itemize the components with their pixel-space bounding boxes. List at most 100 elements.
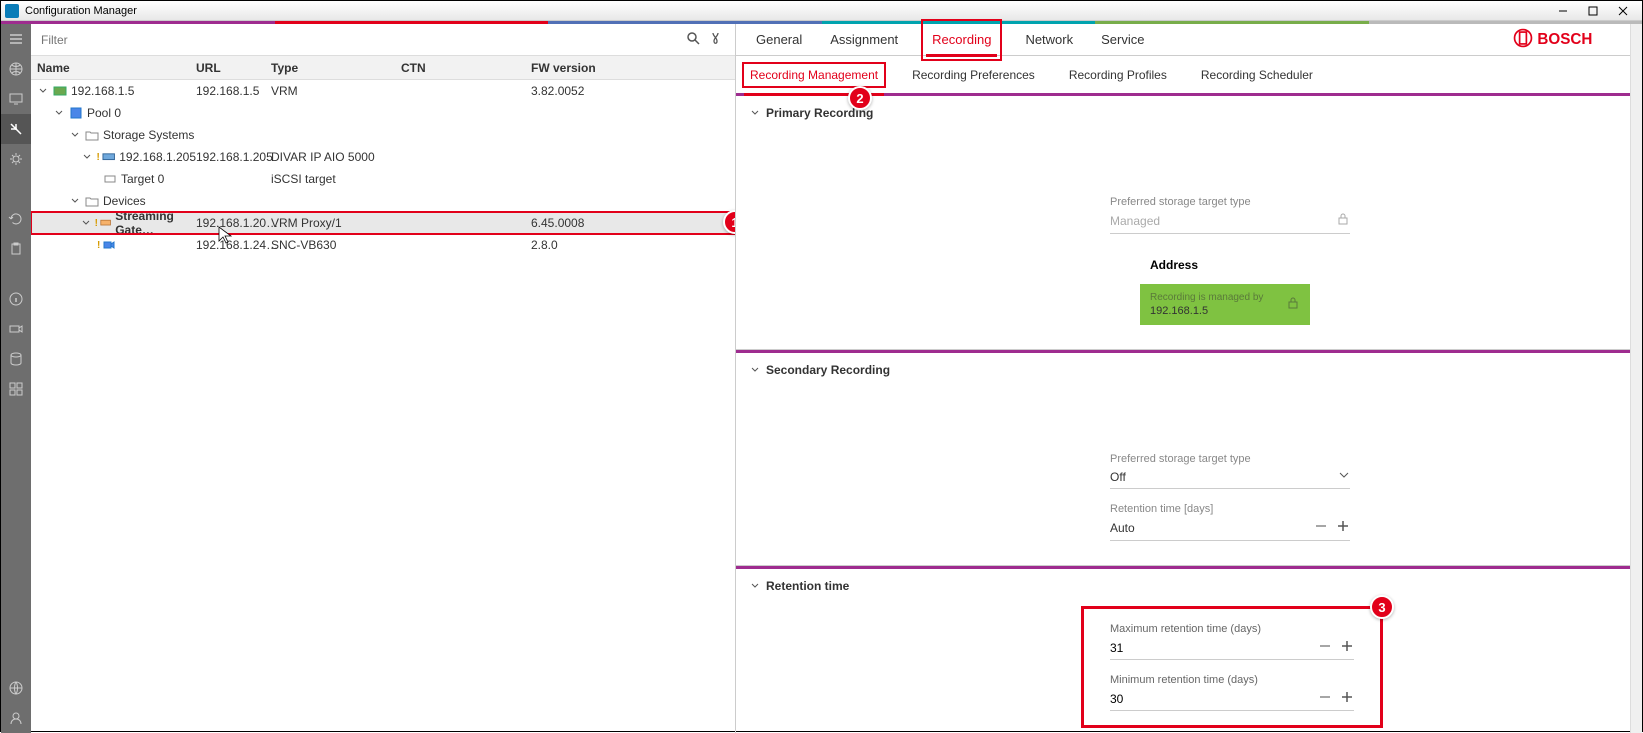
- tab-assignment[interactable]: Assignment: [830, 24, 898, 56]
- callout-2: 2: [848, 86, 872, 110]
- app-icon: [5, 4, 19, 18]
- min-retention-label: Minimum retention time (days): [1110, 674, 1354, 686]
- minus-icon[interactable]: [1318, 690, 1332, 707]
- gateway-icon: [100, 216, 111, 230]
- tree-row-vrm[interactable]: 192.168.1.5 192.168.1.5 VRM 3.82.0052: [31, 80, 735, 102]
- tree-row-target[interactable]: Target 0 iSCSI target: [31, 168, 735, 190]
- target-icon: [103, 172, 117, 186]
- secondary-retention-stepper[interactable]: Auto: [1110, 519, 1350, 541]
- rail-clipboard-icon[interactable]: [1, 234, 31, 264]
- section-header-secondary[interactable]: Secondary Recording: [750, 363, 1628, 377]
- storage-icon: [102, 150, 115, 164]
- tree-row-streaming-gateway[interactable]: ! Streaming Gate… 192.168.1.20… VRM Prox…: [31, 212, 735, 234]
- subtab-recording-profiles[interactable]: Recording Profiles: [1063, 64, 1173, 86]
- subtab-recording-management[interactable]: Recording Management: [744, 64, 884, 86]
- left-rail: [1, 24, 31, 733]
- plus-icon[interactable]: [1340, 639, 1354, 656]
- lock-icon: [1286, 296, 1300, 313]
- secondary-pref-dropdown[interactable]: Off: [1110, 469, 1350, 489]
- rail-globe2-icon[interactable]: [1, 673, 31, 703]
- expander-icon[interactable]: [53, 109, 65, 117]
- rail-refresh-icon[interactable]: [1, 204, 31, 234]
- callout-1: 1: [723, 210, 735, 234]
- plus-icon[interactable]: [1336, 519, 1350, 536]
- tree-row-pool[interactable]: Pool 0: [31, 102, 735, 124]
- filter-clip-icon[interactable]: [709, 30, 725, 49]
- minimize-button[interactable]: [1548, 2, 1578, 20]
- svg-text:BOSCH: BOSCH: [1537, 31, 1592, 48]
- secondary-pref-label: Preferred storage target type: [1110, 453, 1350, 465]
- bosch-logo: BOSCH: [1512, 27, 1622, 52]
- tree-row-storage-group[interactable]: Storage Systems: [31, 124, 735, 146]
- primary-pref-value: Managed: [1110, 212, 1350, 234]
- callout-3: 3: [1370, 595, 1394, 619]
- min-retention-stepper[interactable]: 30: [1110, 690, 1354, 711]
- expander-icon[interactable]: [69, 197, 81, 205]
- rail-config-icon[interactable]: [1, 114, 31, 144]
- section-secondary-recording: Secondary Recording Preferred storage ta…: [736, 353, 1642, 566]
- close-button[interactable]: [1608, 2, 1638, 20]
- secondary-retention-label: Retention time [days]: [1110, 503, 1350, 515]
- tab-general[interactable]: General: [756, 24, 802, 56]
- subtab-recording-preferences[interactable]: Recording Preferences: [906, 64, 1041, 86]
- filter-input[interactable]: [31, 33, 685, 47]
- pool-icon: [69, 106, 83, 120]
- rail-info-icon[interactable]: [1, 284, 31, 314]
- warn-icon: !: [97, 240, 100, 251]
- tree-row-camera[interactable]: ! 192.168.1.24… SNC-VB630 2.8.0: [31, 234, 735, 256]
- retention-highlight-box: 3 Maximum retention time (days) 31 Mini: [1084, 609, 1380, 725]
- col-fw: FW version: [531, 61, 651, 75]
- sub-tabs: Recording Management Recording Preferenc…: [736, 56, 1642, 96]
- minus-icon[interactable]: [1318, 639, 1332, 656]
- primary-pref-label: Preferred storage target type: [1110, 196, 1350, 208]
- rail-camera-icon[interactable]: [1, 314, 31, 344]
- vrm-icon: [53, 84, 67, 98]
- tree-row-storage-node[interactable]: ! 192.168.1.205 192.168.1.205 DIVAR IP A…: [31, 146, 735, 168]
- rail-globe-icon[interactable]: [1, 54, 31, 84]
- warn-icon: !: [97, 152, 100, 163]
- right-scrollbar[interactable]: [1630, 24, 1642, 733]
- section-header-retention[interactable]: Retention time: [750, 579, 1628, 593]
- address-label: Address: [1150, 258, 1628, 272]
- section-primary-recording: Primary Recording Preferred storage targ…: [736, 96, 1642, 350]
- chevron-down-icon: [1338, 469, 1350, 484]
- plus-icon[interactable]: [1340, 690, 1354, 707]
- device-tree-panel: Name URL Type CTN FW version 192.168.1.5…: [31, 24, 736, 733]
- search-icon[interactable]: [685, 30, 701, 49]
- titlebar: Configuration Manager: [1, 1, 1642, 21]
- col-type: Type: [271, 61, 401, 75]
- expander-icon[interactable]: [81, 219, 91, 227]
- app-title: Configuration Manager: [25, 5, 1548, 17]
- col-url: URL: [196, 61, 271, 75]
- warn-icon: !: [95, 218, 98, 229]
- device-tree[interactable]: 192.168.1.5 192.168.1.5 VRM 3.82.0052 Po…: [31, 80, 735, 733]
- rail-user-icon[interactable]: [1, 703, 31, 733]
- expander-icon[interactable]: [69, 131, 81, 139]
- col-name: Name: [31, 61, 196, 75]
- lock-icon: [1336, 212, 1350, 229]
- top-tabs: General Assignment Recording Network Ser…: [736, 24, 1642, 56]
- address-box: Recording is managed by 192.168.1.5: [1140, 284, 1310, 325]
- rail-apps-icon[interactable]: [1, 374, 31, 404]
- folder-icon: [85, 194, 99, 208]
- tree-header: Name URL Type CTN FW version: [31, 56, 735, 80]
- max-retention-stepper[interactable]: 31: [1110, 639, 1354, 660]
- rail-storage-icon[interactable]: [1, 344, 31, 374]
- expander-icon[interactable]: [37, 87, 49, 95]
- section-retention: Retention time 3 Maximum retention time …: [736, 569, 1642, 733]
- folder-icon: [85, 128, 99, 142]
- tab-recording[interactable]: Recording: [926, 24, 997, 56]
- rail-devices-icon[interactable]: [1, 84, 31, 114]
- rail-gear-icon[interactable]: [1, 144, 31, 174]
- col-ctn: CTN: [401, 61, 531, 75]
- tab-network[interactable]: Network: [1025, 24, 1073, 56]
- section-header-primary[interactable]: Primary Recording: [750, 106, 1628, 120]
- subtab-recording-scheduler[interactable]: Recording Scheduler: [1195, 64, 1319, 86]
- right-panel: General Assignment Recording Network Ser…: [736, 24, 1642, 733]
- minus-icon[interactable]: [1314, 519, 1328, 536]
- rail-menu-icon[interactable]: [1, 24, 31, 54]
- maximize-button[interactable]: [1578, 2, 1608, 20]
- tab-service[interactable]: Service: [1101, 24, 1144, 56]
- expander-icon[interactable]: [81, 153, 93, 161]
- max-retention-label: Maximum retention time (days): [1110, 623, 1354, 635]
